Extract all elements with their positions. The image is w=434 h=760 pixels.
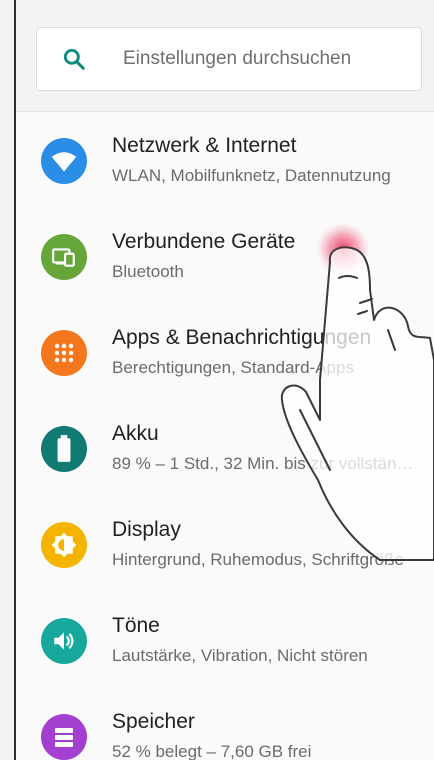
settings-item-title: Display [112, 518, 181, 541]
settings-item-title: Speicher [112, 710, 195, 733]
settings-item-apps-notifications[interactable]: Apps & Benachrichtigungen Berechtigungen… [16, 304, 434, 400]
search-placeholder: Einstellungen durchsuchen [123, 48, 352, 69]
settings-item-title: Apps & Benachrichtigungen [112, 326, 372, 349]
settings-item-battery[interactable]: Akku 89 % – 1 Std., 32 Min. bis zur voll… [16, 400, 434, 496]
settings-item-sounds[interactable]: Töne Lautstärke, Vibration, Nicht stören [16, 592, 434, 688]
settings-item-subtitle: WLAN, Mobilfunknetz, Datennutzung [112, 166, 391, 185]
settings-screen: Einstellungen durchsuchen Netzwerk & Int… [14, 0, 434, 760]
volume-icon [41, 618, 87, 664]
apps-grid-icon [41, 330, 87, 376]
settings-item-display[interactable]: Display Hintergrund, Ruhemodus, Schriftg… [16, 496, 434, 592]
settings-item-title: Netzwerk & Internet [112, 134, 297, 157]
search-bar-container: Einstellungen durchsuchen [16, 0, 434, 112]
settings-item-title: Töne [112, 614, 160, 637]
settings-item-subtitle: Berechtigungen, Standard-Apps [112, 358, 354, 377]
storage-icon [41, 714, 87, 760]
settings-item-subtitle: Bluetooth [112, 262, 184, 281]
devices-icon [41, 234, 87, 280]
settings-item-title: Verbundene Geräte [112, 230, 296, 253]
battery-icon [41, 426, 87, 472]
settings-item-connected-devices[interactable]: Verbundene Geräte Bluetooth [16, 208, 434, 304]
settings-item-subtitle: 89 % – 1 Std., 32 Min. bis zur vollständ… [112, 454, 418, 473]
settings-item-subtitle: 52 % belegt – 7,60 GB frei [112, 742, 312, 760]
settings-item-network[interactable]: Netzwerk & Internet WLAN, Mobilfunknetz,… [16, 112, 434, 208]
display-brightness-icon [41, 522, 87, 568]
settings-item-subtitle: Hintergrund, Ruhemodus, Schriftgröße [112, 550, 404, 569]
search-icon [63, 48, 85, 70]
settings-item-storage[interactable]: Speicher 52 % belegt – 7,60 GB frei [16, 688, 434, 760]
search-input[interactable]: Einstellungen durchsuchen [36, 27, 422, 91]
settings-item-title: Akku [112, 422, 159, 445]
settings-list: Netzwerk & Internet WLAN, Mobilfunknetz,… [16, 112, 434, 760]
wifi-icon [41, 138, 87, 184]
settings-item-subtitle: Lautstärke, Vibration, Nicht stören [112, 646, 368, 665]
